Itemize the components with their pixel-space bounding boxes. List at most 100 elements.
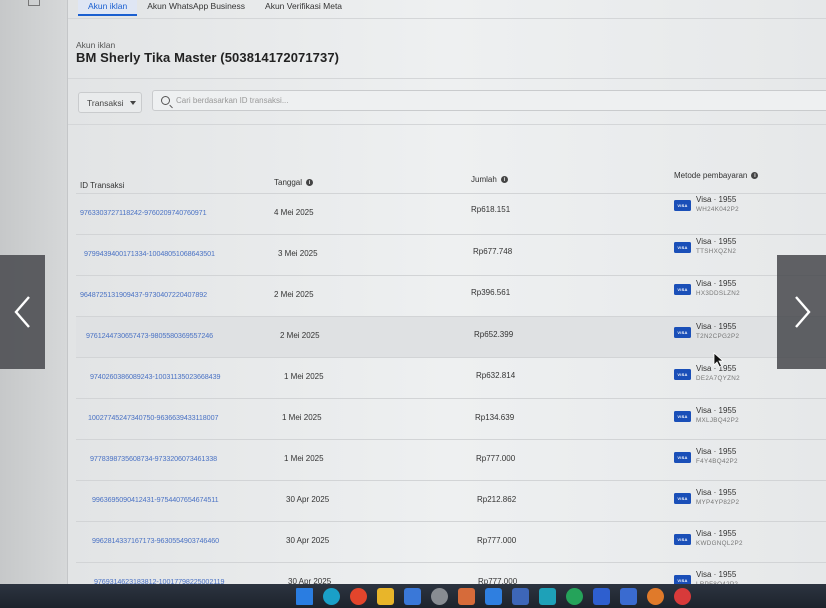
payment-method: VISA Visa · 1955 F4Y4BQ42P2 [674, 447, 738, 467]
payment-reference: HX3DDSLZN2 [696, 290, 740, 298]
search-input[interactable] [176, 96, 776, 105]
transaction-amount: Rp212.862 [477, 495, 517, 504]
app-blue-icon[interactable] [404, 587, 421, 605]
transaction-date: 2 Mei 2025 [280, 331, 320, 340]
transaction-id-link[interactable]: 9761244730657473-9805580369557246 [86, 331, 213, 340]
transaction-type-dropdown[interactable]: Transaksi [78, 92, 142, 113]
table-row[interactable]: 9963695090412431-9754407654674511 30 Apr … [76, 480, 826, 521]
payment-method: VISA Visa · 1955 HX3DDSLZN2 [674, 279, 740, 299]
whatsapp-icon[interactable] [566, 587, 583, 605]
edge-icon[interactable] [323, 587, 340, 605]
app-gray-icon[interactable] [431, 587, 448, 605]
card-label: Visa · 1955 [696, 406, 737, 415]
payment-reference: WH24K042P2 [696, 206, 739, 213]
visa-card-icon: VISA [674, 242, 691, 254]
app-blue4-icon[interactable] [620, 587, 637, 605]
table-row[interactable]: 9761244730657473-9805580369557246 2 Mei 2… [76, 316, 826, 357]
transaction-id-link[interactable]: 9962814337167173-9630554903746460 [92, 536, 219, 545]
tab-akun-iklan[interactable]: Akun iklan [78, 0, 138, 16]
app-teal2-icon[interactable] [539, 587, 556, 605]
info-icon[interactable]: i [751, 172, 759, 179]
info-icon[interactable]: i [500, 176, 508, 183]
tab-verifikasi-meta[interactable]: Akun Verifikasi Meta [255, 0, 352, 16]
header-id-label: ID Transaksi [80, 181, 125, 190]
visa-card-icon: VISA [674, 200, 691, 211]
payment-method: VISA Visa · 1955 MXLJBQ42P2 [674, 406, 739, 426]
payment-reference: TTSHXQZN2 [696, 248, 737, 256]
table-row[interactable]: 9648725131909437-9730407220407892 2 Mei 2… [76, 275, 826, 316]
payment-method: VISA Visa · 1955 T2N2CPG2P2 [674, 322, 739, 342]
account-label: Akun iklan [76, 40, 116, 50]
payment-method: VISA Visa · 1955 KWDGNQL2P2 [674, 529, 743, 549]
mouse-cursor-icon [713, 352, 725, 368]
visa-card-icon: VISA [674, 326, 691, 338]
transaction-date: 3 Mei 2025 [278, 249, 318, 258]
main-content: Akun iklan Akun WhatsApp Business Akun V… [68, 0, 826, 588]
screen: Akun iklan Akun WhatsApp Business Akun V… [0, 0, 826, 608]
transaction-id-link[interactable]: 9763303727118242-9760209740760971 [80, 208, 207, 217]
header-amount-label: Jumlah [471, 175, 497, 184]
payment-method: VISA Visa · 1955 MYP4YP82P2 [674, 488, 739, 508]
app-red-icon[interactable] [674, 587, 691, 605]
app-multi-icon[interactable] [458, 587, 475, 605]
search-box[interactable] [152, 90, 826, 111]
chrome-icon[interactable] [350, 587, 367, 605]
transaction-amount: Rp618.151 [471, 205, 511, 214]
page-title: BM Sherly Tika Master (503814172071737) [76, 50, 340, 65]
payment-reference: F4Y4BQ42P2 [696, 458, 738, 465]
table-row[interactable]: 9763303727118242-9760209740760971 4 Mei 2… [76, 193, 826, 234]
payment-text: Visa · 1955 MYP4YP82P2 [696, 488, 739, 508]
app-blue3-icon[interactable] [593, 587, 610, 605]
transaction-date: 30 Apr 2025 [286, 536, 330, 545]
folder-icon[interactable] [377, 587, 394, 605]
info-icon[interactable]: i [306, 179, 314, 186]
transaction-date: 1 Mei 2025 [284, 372, 324, 381]
payment-reference: KWDGNQL2P2 [696, 540, 743, 547]
transaction-amount: Rp777.000 [476, 454, 516, 463]
divider [68, 124, 826, 125]
previous-arrow-button[interactable] [0, 255, 45, 369]
transaction-id-link[interactable]: 9648725131909437-9730407220407892 [80, 290, 207, 299]
payment-text: Visa · 1955 WH24K042P2 [696, 195, 739, 215]
dropdown-label: Transaksi [87, 97, 124, 108]
card-label: Visa · 1955 [696, 321, 737, 331]
transaction-date: 2 Mei 2025 [274, 290, 314, 299]
visa-card-icon: VISA [674, 493, 691, 504]
table-row[interactable]: 9778398735608734-9733206073461338 1 Mei 2… [76, 439, 826, 480]
taskbar [0, 584, 826, 608]
windows-icon[interactable] [296, 587, 313, 605]
payment-reference: DE2A7QYZN2 [696, 374, 740, 382]
tab-whatsapp-business[interactable]: Akun WhatsApp Business [137, 0, 255, 16]
card-label: Visa · 1955 [696, 279, 737, 289]
transaction-amount: Rp632.814 [476, 371, 516, 381]
visa-card-icon: VISA [674, 368, 691, 380]
transaction-id-link[interactable]: 9799439400171334-10048051068643501 [84, 249, 215, 258]
app-teal-icon[interactable] [485, 587, 502, 605]
transaction-id-link[interactable]: 9963695090412431-9754407654674511 [92, 495, 219, 504]
header-date[interactable]: Tanggal i [274, 178, 314, 187]
chevron-left-icon [13, 296, 30, 328]
table-row[interactable]: 10027745247340750-9636639433118007 1 Mei … [76, 398, 826, 439]
table-header: ID Transaksi Tanggal i Jumlah i Metode p… [76, 165, 826, 193]
card-label: Visa · 1955 [696, 195, 737, 204]
transaction-id-link[interactable]: 9778398735608734-9733206073461338 [90, 454, 217, 463]
payment-reference: MXLJBQ42P2 [696, 417, 739, 424]
app-blue2-icon[interactable] [512, 587, 529, 605]
transaction-id-link[interactable]: 10027745247340750-9636639433118007 [88, 413, 218, 422]
transaction-id-link[interactable]: 9740260386089243-10031135023668439 [90, 372, 220, 381]
table-body: 9763303727118242-9760209740760971 4 Mei 2… [76, 193, 826, 603]
rail-icon[interactable] [28, 0, 40, 6]
header-id[interactable]: ID Transaksi [80, 181, 124, 190]
transaction-amount: Rp134.639 [475, 413, 515, 422]
header-amount[interactable]: Jumlah i [471, 175, 508, 184]
card-label: Visa · 1955 [696, 529, 737, 538]
transaction-amount: Rp652.399 [474, 329, 514, 339]
table-row[interactable]: 9799439400171334-10048051068643501 3 Mei … [76, 234, 826, 275]
caret-down-icon [129, 100, 136, 105]
visa-card-icon: VISA [674, 452, 691, 463]
header-payment[interactable]: Metode pembayaran i [674, 171, 759, 180]
app-color-icon[interactable] [647, 587, 664, 605]
table-row[interactable]: 9962814337167173-9630554903746460 30 Apr … [76, 521, 826, 562]
next-arrow-button[interactable] [777, 255, 826, 369]
payment-text: Visa · 1955 TTSHXQZN2 [696, 237, 736, 257]
